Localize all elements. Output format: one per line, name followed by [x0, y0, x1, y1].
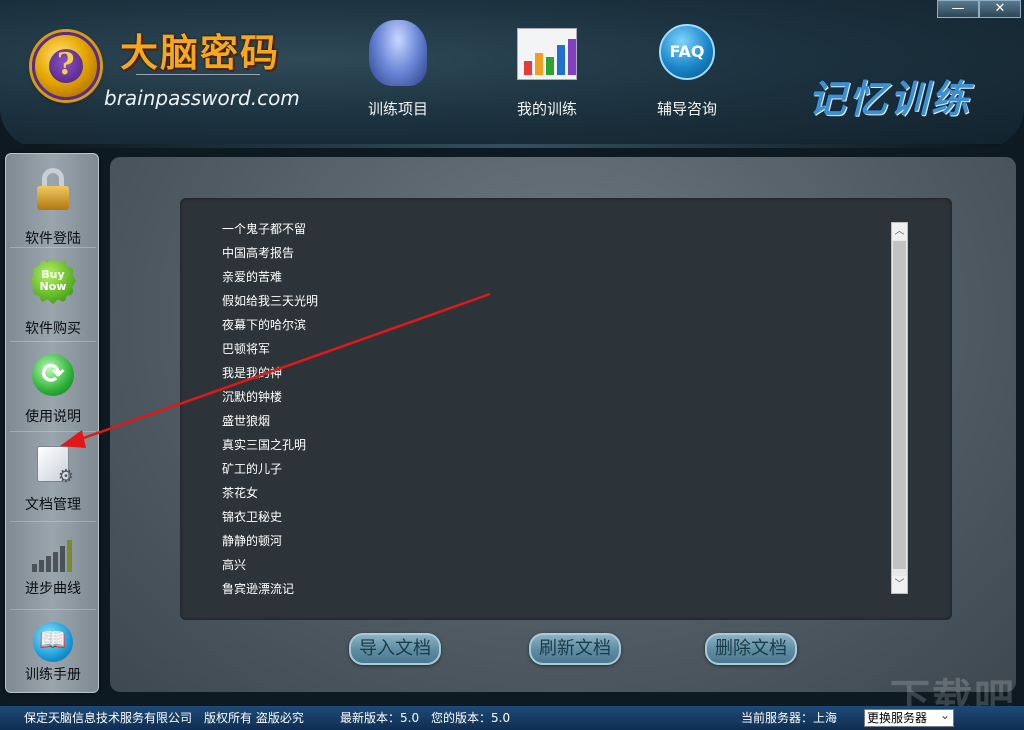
list-item[interactable]: 夜幕下的哈尔滨 [222, 314, 822, 338]
change-server-select[interactable]: 更换服务器 [864, 707, 954, 727]
bar-chart-icon [517, 28, 577, 80]
logo-url: brainpassword.com [104, 86, 300, 110]
nav-my-training-label: 我的训练 [516, 100, 577, 118]
document-gear-icon [37, 446, 74, 487]
logo-title: 大脑密码 [120, 31, 281, 75]
nav-training-projects[interactable]: 训练项目 [348, 18, 448, 128]
list-item[interactable]: 锦衣卫秘史 [222, 506, 822, 530]
your-version: 您的版本：5.0 [431, 711, 511, 725]
app-header: 大脑密码 brainpassword.com 训练项目 我的训练 FAQ 辅导咨… [0, 0, 1024, 148]
sidebar-item-manual[interactable]: ⟳ 使用说明 [10, 344, 96, 432]
minimize-button[interactable]: — [937, 0, 979, 18]
buy-now-icon: Buy Now [30, 258, 76, 304]
brain-head-icon [369, 20, 427, 86]
current-server: 当前服务器：上海 [741, 711, 838, 725]
close-button[interactable]: ✕ [979, 0, 1021, 18]
nav-consulting[interactable]: FAQ 辅导咨询 [637, 18, 737, 128]
sidebar-item-label: 软件购买 [25, 321, 81, 337]
list-scrollbar[interactable]: ︿ ﹀ [891, 222, 908, 594]
refresh-icon: ⟳ [32, 354, 74, 396]
scroll-up-icon[interactable]: ︿ [892, 223, 907, 240]
list-item[interactable]: 鲁宾逊漂流记 [222, 578, 822, 602]
sidebar-item-documents[interactable]: 文档管理 [10, 434, 96, 522]
sidebar-item-label: 文档管理 [25, 497, 81, 513]
sidebar-item-login[interactable]: 软件登陆 [10, 160, 96, 248]
list-item[interactable]: 沉默的钟楼 [222, 386, 822, 410]
list-item[interactable]: 静静的顿河 [222, 530, 822, 554]
sidebar: 软件登陆 Buy Now 软件购买 ⟳ 使用说明 文档管理 进步曲线 📖 训练手… [5, 153, 99, 693]
scroll-down-icon[interactable]: ﹀ [892, 576, 907, 593]
import-document-button[interactable]: 导入文档 [349, 633, 441, 665]
nav-training-projects-label: 训练项目 [367, 100, 428, 118]
latest-version: 最新版本：5.0 [340, 711, 420, 725]
brain-logo-icon [32, 32, 100, 100]
nav-consulting-label: 辅导咨询 [656, 100, 717, 118]
sidebar-item-label: 使用说明 [25, 409, 81, 425]
sidebar-item-label: 软件登陆 [25, 231, 81, 247]
scrollbar-thumb[interactable] [893, 241, 906, 569]
company-name: 保定天脑信息技术服务有限公司 [24, 711, 193, 725]
refresh-document-button[interactable]: 刷新文档 [529, 633, 621, 665]
sidebar-item-purchase[interactable]: Buy Now 软件购买 [10, 250, 96, 342]
list-item[interactable]: 真实三国之孔明 [222, 434, 822, 458]
progress-chart-icon [32, 538, 74, 572]
list-item[interactable]: 茶花女 [222, 482, 822, 506]
book-icon: 📖 [33, 622, 73, 662]
list-item[interactable]: 假如给我三天光明 [222, 290, 822, 314]
list-item[interactable]: 盛世狼烟 [222, 410, 822, 434]
list-item[interactable]: 中国高考报告 [222, 242, 822, 266]
copyright-text: 版权所有 盗版必究 [204, 711, 304, 725]
list-item[interactable]: 亲爱的苦难 [222, 266, 822, 290]
delete-document-button[interactable]: 删除文档 [705, 633, 797, 665]
list-item[interactable]: 一个鬼子都不留 [222, 218, 822, 242]
sidebar-item-label: 训练手册 [25, 667, 81, 683]
logo-divider [136, 74, 260, 75]
list-item[interactable]: 高兴 [222, 554, 822, 578]
list-item[interactable]: 矿工的儿子 [222, 458, 822, 482]
faq-icon: FAQ [659, 24, 715, 80]
list-item[interactable]: 巴顿将军 [222, 338, 822, 362]
document-list: 一个鬼子都不留 中国高考报告 亲爱的苦难 假如给我三天光明 夜幕下的哈尔滨 巴顿… [222, 218, 822, 602]
brand-title: 记忆训练 [808, 77, 973, 121]
sidebar-item-progress[interactable]: 进步曲线 [10, 524, 96, 610]
window-controls: — ✕ [937, 0, 1021, 18]
sidebar-item-label: 进步曲线 [25, 581, 81, 597]
nav-my-training[interactable]: 我的训练 [497, 18, 597, 128]
sidebar-item-handbook[interactable]: 📖 训练手册 [10, 612, 96, 688]
list-item[interactable]: 我是我的神 [222, 362, 822, 386]
lock-user-icon [35, 168, 71, 210]
